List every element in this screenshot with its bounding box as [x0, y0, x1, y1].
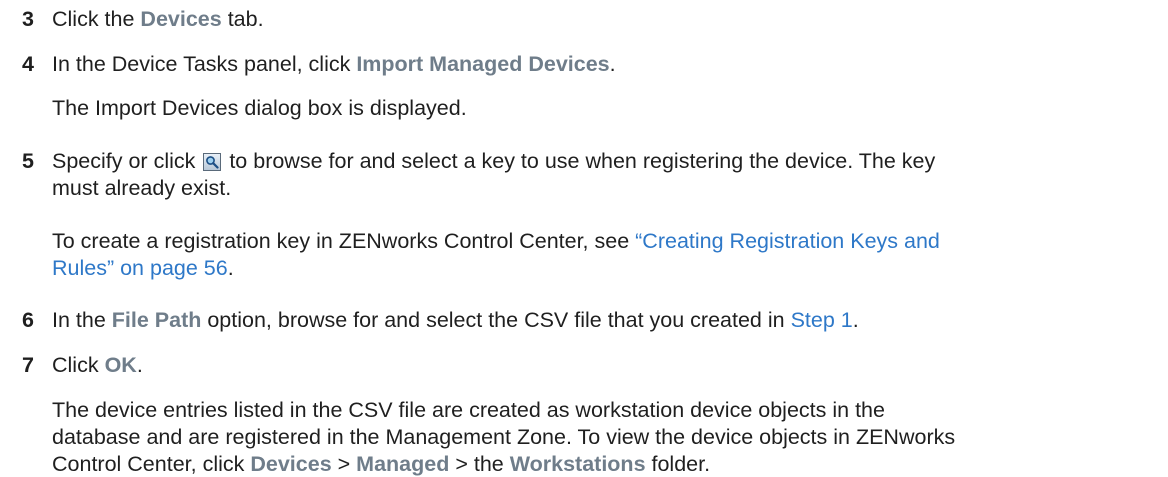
step-3-pre: Click the [52, 7, 141, 31]
step-3-number: 3 [22, 7, 34, 31]
step-6-text: In the File Path option, browse for and … [52, 307, 859, 333]
document-page: 3 Click the Devices tab. 4 In the Device… [0, 0, 1168, 476]
creating-registration-keys-link[interactable]: “Creating Registration Keys and [635, 229, 940, 253]
step-7-post: . [136, 353, 143, 377]
step-5-cont: must already exist. [52, 176, 232, 200]
step-5-post: to browse for and select a key to use wh… [223, 149, 936, 173]
devices-ref: Devices [250, 452, 332, 476]
step-4-note: The Import Devices dialog box is display… [52, 96, 467, 120]
step-3-post: tab. [221, 7, 264, 31]
creating-registration-keys-link-cont[interactable]: Rules” on page 56 [52, 256, 228, 280]
registration-note-line2: Rules” on page 56. [52, 255, 234, 281]
step-4-number: 4 [22, 52, 34, 76]
step-6-mid: option, browse for and select the CSV fi… [201, 308, 791, 332]
result-sep1: > [331, 452, 357, 476]
result-paragraph-line3: Control Center, click Devices > Managed … [52, 451, 710, 477]
step-4-post: . [609, 52, 616, 76]
step-5-text: Specify or click to browse for and selec… [52, 148, 935, 174]
devices-tab-ref: Devices [140, 7, 222, 31]
step-1-link[interactable]: Step 1 [791, 308, 853, 332]
result-sep2: > the [449, 452, 510, 476]
registration-note-post: . [227, 256, 234, 280]
step-6-number: 6 [22, 308, 34, 332]
ok-ref: OK [104, 353, 137, 377]
import-managed-devices-ref: Import Managed Devices [356, 52, 610, 76]
result-paragraph-line1: The device entries listed in the CSV fil… [52, 398, 885, 422]
result-paragraph-line2: database and are registered in the Manag… [52, 425, 956, 449]
search-icon [203, 153, 222, 171]
registration-note-pre: To create a registration key in ZENworks… [52, 229, 636, 253]
step-4-pre: In the Device Tasks panel, click [52, 52, 357, 76]
managed-ref: Managed [356, 452, 450, 476]
step-5-number: 5 [22, 149, 34, 173]
step-6-pre: In the [52, 308, 112, 332]
workstations-ref: Workstations [509, 452, 646, 476]
step-3-text: Click the Devices tab. [52, 6, 264, 32]
step-7-number: 7 [22, 353, 34, 377]
file-path-ref: File Path [111, 308, 202, 332]
result-p3-pre: Control Center, click [52, 452, 251, 476]
registration-note-line1: To create a registration key in ZENworks… [52, 228, 940, 254]
step-7-pre: Click [52, 353, 105, 377]
step-6-post: . [852, 308, 859, 332]
result-p3-post: folder. [645, 452, 711, 476]
step-7-text: Click OK. [52, 352, 143, 378]
step-5-pre: Specify or click [52, 149, 202, 173]
step-4-text: In the Device Tasks panel, click Import … [52, 51, 616, 77]
